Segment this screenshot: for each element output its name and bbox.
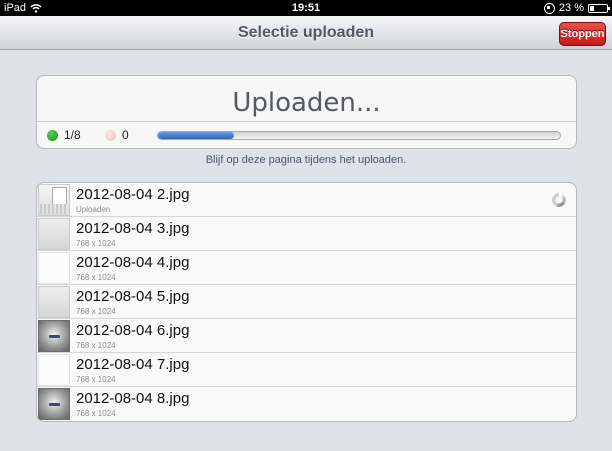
file-name: 2012-08-04 2.jpg xyxy=(76,186,190,203)
status-right: 23 % xyxy=(543,2,610,14)
file-name: 2012-08-04 3.jpg xyxy=(76,220,190,237)
done-count-label: 1/8 xyxy=(64,128,81,142)
upload-hint: Blijf op deze pagina tijdens het uploade… xyxy=(205,154,407,166)
file-subtitle: 768 x 1024 xyxy=(76,341,116,350)
file-name: 2012-08-04 8.jpg xyxy=(76,390,190,407)
loading-spinner-icon xyxy=(552,193,566,207)
file-subtitle: 768 x 1024 xyxy=(76,409,116,418)
divider xyxy=(37,121,576,122)
upload-progress-fill xyxy=(158,132,235,139)
file-thumbnail xyxy=(38,354,70,386)
file-list: 2012-08-04 2.jpg Uploaden 2012-08-04 3.jpg… xyxy=(36,182,577,422)
file-thumbnail xyxy=(38,218,70,250)
done-count: 1/8 xyxy=(47,128,81,142)
clock: 19:51 xyxy=(291,2,321,14)
failed-count-label: 0 xyxy=(122,128,129,142)
battery-fill xyxy=(590,5,595,11)
navigation-bar: Selectie uploaden Stoppen xyxy=(0,16,612,50)
page-title: Selectie uploaden xyxy=(237,24,375,41)
rotation-lock-icon xyxy=(543,2,555,14)
list-item[interactable]: 2012-08-04 5.jpg 768 x 1024 xyxy=(37,285,576,319)
file-thumbnail xyxy=(38,184,70,216)
stop-button[interactable]: Stoppen xyxy=(559,22,606,46)
file-thumbnail xyxy=(38,388,70,420)
file-subtitle: 768 x 1024 xyxy=(76,375,116,384)
upload-progress-bar xyxy=(157,131,561,140)
file-subtitle: Uploaden xyxy=(76,205,111,214)
battery-icon xyxy=(588,3,610,13)
failed-count: 0 xyxy=(105,128,129,142)
status-bar: iPad 19:51 23 % xyxy=(0,0,612,16)
success-dot-icon xyxy=(47,129,58,141)
file-name: 2012-08-04 7.jpg xyxy=(76,356,190,373)
file-thumbnail xyxy=(38,286,70,318)
file-subtitle: 768 x 1024 xyxy=(76,307,116,316)
list-item[interactable]: 2012-08-04 8.jpg 768 x 1024 xyxy=(37,387,576,421)
upload-heading: Uploaden... xyxy=(232,88,381,118)
file-name: 2012-08-04 6.jpg xyxy=(76,322,190,339)
list-item[interactable]: 2012-08-04 4.jpg 768 x 1024 xyxy=(37,251,576,285)
upload-status-panel: Uploaden... 1/8 0 xyxy=(36,75,577,149)
file-thumbnail xyxy=(38,252,70,284)
file-name: 2012-08-04 4.jpg xyxy=(76,254,190,271)
list-item[interactable]: 2012-08-04 3.jpg 768 x 1024 xyxy=(37,217,576,251)
file-subtitle: 768 x 1024 xyxy=(76,239,116,248)
file-name: 2012-08-04 5.jpg xyxy=(76,288,190,305)
file-subtitle: 768 x 1024 xyxy=(76,273,116,282)
list-item[interactable]: 2012-08-04 7.jpg 768 x 1024 xyxy=(37,353,576,387)
battery-percent: 23 % xyxy=(558,2,584,14)
file-thumbnail xyxy=(38,320,70,352)
list-item[interactable]: 2012-08-04 2.jpg Uploaden xyxy=(37,183,576,217)
list-item[interactable]: 2012-08-04 6.jpg 768 x 1024 xyxy=(37,319,576,353)
failed-dot-icon xyxy=(105,129,116,141)
